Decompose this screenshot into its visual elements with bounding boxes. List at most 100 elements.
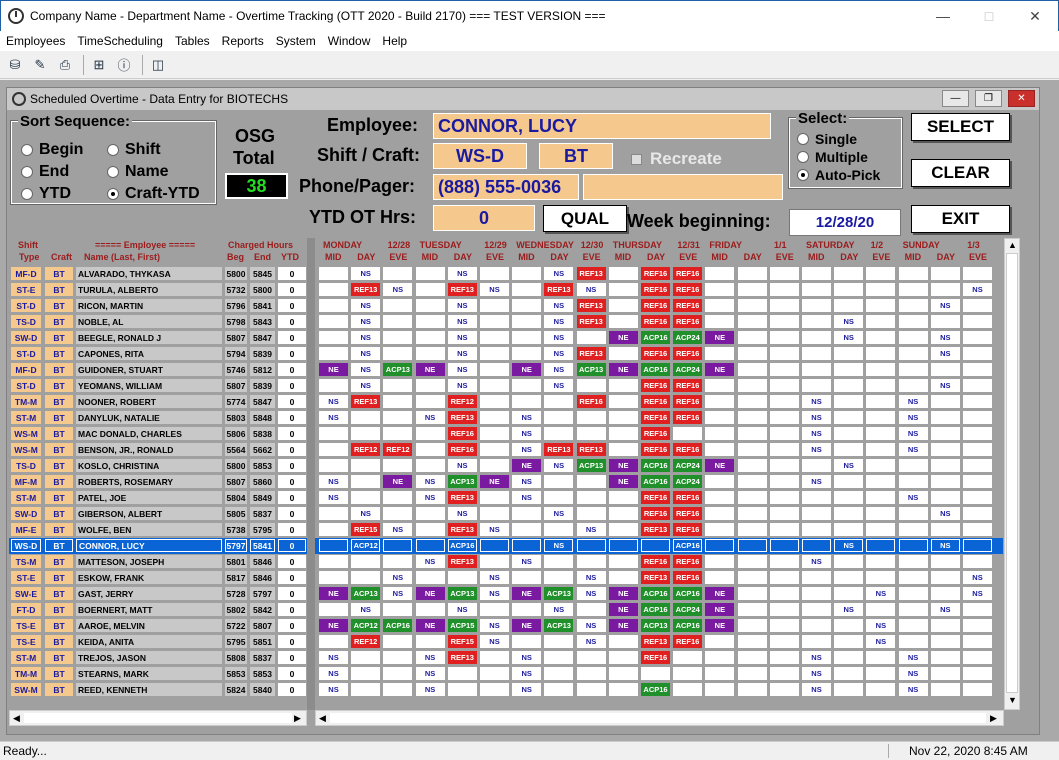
schedule-cell[interactable]	[415, 395, 445, 408]
schedule-cell[interactable]: NS	[512, 443, 542, 456]
schedule-cell[interactable]	[512, 603, 542, 616]
schedule-cell[interactable]: REF13	[576, 299, 606, 312]
schedule-cell[interactable]	[963, 363, 992, 376]
employee-row[interactable]: ST-E BT ESKOW, FRANK 5817 5846 0	[9, 570, 307, 586]
schedule-cell[interactable]	[963, 443, 992, 456]
schedule-cell[interactable]	[576, 667, 606, 680]
schedule-cell[interactable]	[963, 555, 992, 568]
schedule-cell[interactable]	[866, 363, 896, 376]
recreate-checkbox[interactable]: Recreate	[631, 149, 722, 169]
schedule-cell[interactable]	[802, 459, 831, 472]
schedule-cell[interactable]	[866, 603, 896, 616]
schedule-cell[interactable]: NS	[447, 347, 477, 360]
child-restore-button[interactable]: ❐	[975, 90, 1002, 107]
schedule-cell[interactable]: REF16	[641, 347, 670, 360]
schedule-cell[interactable]: ACP13	[447, 475, 477, 488]
schedule-cell[interactable]	[705, 267, 735, 280]
schedule-cell[interactable]: REF13	[544, 283, 574, 296]
schedule-cell[interactable]: REF16	[641, 283, 670, 296]
schedule-cell[interactable]	[383, 315, 413, 328]
schedule-cell[interactable]	[576, 555, 606, 568]
schedule-cell[interactable]: REF13	[447, 651, 477, 664]
schedule-cell[interactable]: NE	[415, 619, 445, 632]
schedule-cell[interactable]: NS	[576, 635, 606, 648]
schedule-cell[interactable]: NS	[866, 587, 896, 600]
schedule-cell[interactable]	[319, 539, 348, 552]
schedule-cell[interactable]: ACP13	[544, 587, 574, 600]
schedule-cell[interactable]: REF16	[673, 315, 703, 328]
schedule-cell[interactable]	[480, 507, 509, 520]
schedule-cell[interactable]	[608, 347, 638, 360]
schedule-cell[interactable]	[608, 283, 638, 296]
schedule-cell[interactable]: REF16	[673, 635, 703, 648]
schedule-cell[interactable]: NS	[319, 411, 348, 424]
schedule-cell[interactable]: NE	[705, 619, 735, 632]
schedule-cell[interactable]: NE	[319, 363, 348, 376]
schedule-cell[interactable]	[769, 555, 799, 568]
employee-hscrollbar[interactable]: ◀ ▶	[9, 710, 307, 726]
schedule-cell[interactable]: NS	[512, 683, 542, 696]
schedule-cell[interactable]	[319, 331, 348, 344]
schedule-cell[interactable]: NS	[544, 459, 574, 472]
schedule-cell[interactable]	[930, 491, 960, 504]
schedule-cell[interactable]	[898, 347, 928, 360]
schedule-cell[interactable]	[769, 459, 799, 472]
schedule-cell[interactable]	[415, 347, 445, 360]
employee-row[interactable]: TM-M BT NOONER, ROBERT 5774 5847 0	[9, 394, 307, 410]
schedule-cell[interactable]	[769, 507, 799, 520]
schedule-cell[interactable]	[737, 651, 767, 664]
schedule-cell[interactable]	[769, 539, 799, 552]
schedule-cell[interactable]: NS	[383, 571, 413, 584]
close-button[interactable]: ✕	[1012, 1, 1058, 31]
schedule-cell[interactable]: NS	[834, 459, 864, 472]
schedule-cell[interactable]	[769, 395, 799, 408]
schedule-cell[interactable]: NE	[608, 331, 638, 344]
schedule-cell[interactable]: NS	[802, 651, 831, 664]
schedule-cell[interactable]: REF16	[641, 427, 670, 440]
schedule-cell[interactable]	[512, 635, 542, 648]
schedule-cell[interactable]	[319, 507, 348, 520]
schedule-cell[interactable]	[898, 523, 928, 536]
schedule-cell[interactable]	[769, 411, 799, 424]
schedule-cell[interactable]	[383, 651, 413, 664]
schedule-cell[interactable]	[802, 363, 831, 376]
schedule-cell[interactable]	[898, 539, 928, 552]
schedule-cell[interactable]	[866, 395, 896, 408]
scroll-right-icon[interactable]: ▶	[990, 713, 997, 724]
schedule-cell[interactable]: NS	[930, 299, 960, 312]
menu-employees[interactable]: Employees	[0, 34, 71, 48]
schedule-cell[interactable]	[351, 491, 381, 504]
schedule-cell[interactable]	[383, 491, 413, 504]
schedule-cell[interactable]	[608, 267, 638, 280]
schedule-cell[interactable]	[608, 539, 638, 552]
schedule-cell[interactable]	[415, 539, 445, 552]
schedule-cell[interactable]	[608, 683, 638, 696]
schedule-cell[interactable]: NS	[963, 587, 992, 600]
schedule-cell[interactable]	[769, 331, 799, 344]
schedule-cell[interactable]: REF15	[351, 523, 381, 536]
schedule-cell[interactable]	[866, 411, 896, 424]
schedule-cell[interactable]: NE	[705, 587, 735, 600]
schedule-cell[interactable]: ACP24	[673, 475, 703, 488]
schedule-cell[interactable]: REF16	[673, 299, 703, 312]
schedule-cell[interactable]	[769, 683, 799, 696]
schedule-cell[interactable]: NE	[512, 587, 542, 600]
schedule-cell[interactable]	[737, 619, 767, 632]
phone-field[interactable]: (888) 555-0036	[433, 174, 579, 200]
employee-row[interactable]: SW-M BT REED, KENNETH 5824 5840 0	[9, 682, 307, 698]
schedule-cell[interactable]: NS	[576, 523, 606, 536]
schedule-cell[interactable]	[383, 459, 413, 472]
schedule-cell[interactable]	[802, 283, 831, 296]
schedule-cell[interactable]: NS	[898, 491, 928, 504]
schedule-cell[interactable]	[319, 379, 348, 392]
schedule-cell[interactable]	[319, 427, 348, 440]
schedule-cell[interactable]	[512, 571, 542, 584]
schedule-cell[interactable]	[415, 267, 445, 280]
schedule-cell[interactable]	[737, 667, 767, 680]
schedule-cell[interactable]	[737, 603, 767, 616]
schedule-cell[interactable]	[834, 395, 864, 408]
schedule-cell[interactable]	[802, 299, 831, 312]
schedule-cell[interactable]	[802, 315, 831, 328]
schedule-cell[interactable]	[802, 491, 831, 504]
schedule-cell[interactable]	[351, 667, 381, 680]
